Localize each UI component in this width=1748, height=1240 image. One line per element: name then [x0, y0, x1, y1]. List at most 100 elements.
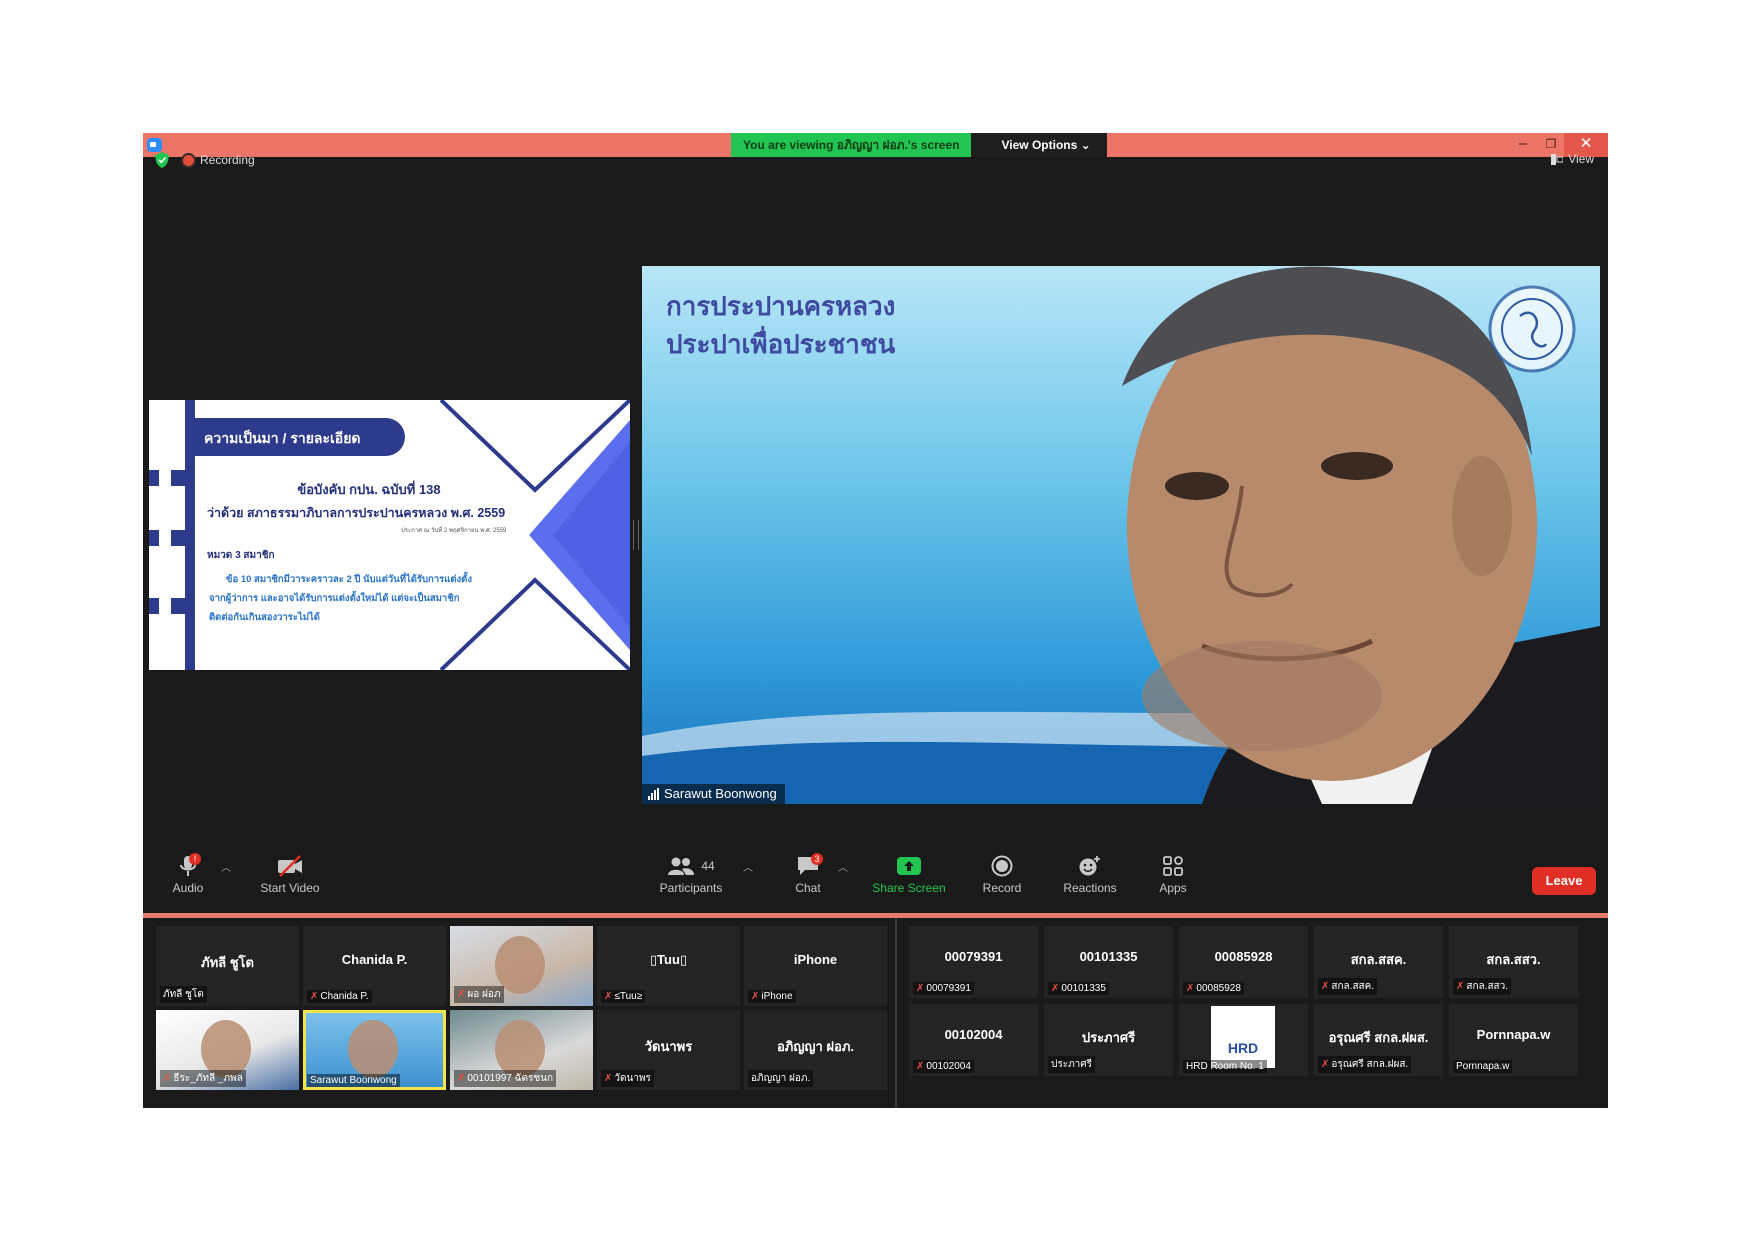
mic-muted-icon: ✗ [604, 1073, 613, 1084]
participant-name: ผอ ฝอภ [467, 989, 501, 1000]
participant-name-label: ✗ Chanida P. [307, 990, 372, 1003]
gallery-tile-6[interactable]: ✗ ธีระ_ภัทลี _ภพล [156, 1010, 299, 1090]
title-bar: You are viewing อภิญญา ฝอภ.'s screen Vie… [143, 133, 1608, 157]
participant-display-name: สกล.สสค. [1350, 952, 1407, 968]
mic-muted-icon: ✗ [310, 991, 319, 1002]
gallery-tile-4[interactable]: ▯Tuu▯ ✗ ≤Tuu≥ [597, 926, 740, 1006]
participants-count: 44 [701, 859, 715, 873]
view-options-label: View Options [1001, 138, 1078, 152]
participant-name: 00101997 ฉัตรชนก [467, 1073, 554, 1084]
gallery-tile-15[interactable]: สกล.สสว. ✗ สกล.สสว. [1449, 926, 1578, 998]
record-button[interactable]: Record [977, 853, 1027, 895]
gallery-tile-1[interactable]: ภัทลี ชูโต ภัทลี ชูโต [156, 926, 299, 1006]
participant-display-name: ▯Tuu▯ [649, 951, 688, 967]
meeting-toolbar: ! Audio ︿ Start Video 44 Participants ︿ … [143, 847, 1608, 913]
participants-button[interactable]: 44 Participants [656, 853, 726, 895]
mic-muted-icon: ✗ [163, 1073, 172, 1084]
gallery-tile-18[interactable]: HRD HRD Room No. 1 [1179, 1004, 1308, 1076]
gallery-tile-13[interactable]: 00085928 ✗ 00085928 [1179, 926, 1308, 998]
participant-name: Sarawut Boonwong [310, 1075, 397, 1086]
gallery-tile-14[interactable]: สกล.สสค. ✗ สกล.สสค. [1314, 926, 1443, 998]
gallery-tile-16[interactable]: 00102004 ✗ 00102004 [909, 1004, 1038, 1076]
gallery-strip: ภัทลี ชูโต ภัทลี ชูโต Chanida P. ✗ Chanida P… [143, 918, 1608, 1108]
meeting-status: Recording [155, 152, 255, 168]
record-icon [977, 853, 1027, 879]
gallery-tile-5[interactable]: iPhone ✗ iPhone [744, 926, 887, 1006]
share-screen-button[interactable]: Share Screen [869, 853, 949, 895]
start-video-label: Start Video [260, 881, 320, 895]
chevron-down-icon: ⌄ [1080, 138, 1091, 152]
chat-button[interactable]: 3 Chat [783, 853, 833, 895]
participant-display-name: ประภาศรี [1081, 1030, 1136, 1046]
participant-name-label: ✗ สกล.สสค. [1318, 978, 1378, 995]
participant-display-name: Chanida P. [341, 951, 408, 967]
participant-name-label: ✗ 00085928 [1183, 982, 1244, 995]
mic-muted-icon: ✗ [751, 991, 760, 1002]
participant-name: สกล.สสว. [1466, 981, 1509, 992]
participant-display-name: สกล.สสว. [1486, 952, 1541, 968]
view-button[interactable]: View [1551, 152, 1594, 166]
gallery-separator [895, 918, 897, 1108]
mic-muted-icon: ✗ [457, 1073, 466, 1084]
audio-label: Audio [172, 881, 204, 895]
participant-display-name: ภัทลี ชูโต [201, 954, 254, 970]
participant-display-name: iPhone [793, 951, 838, 967]
start-video-button[interactable]: Start Video [255, 853, 325, 895]
participant-display-name: วัดนาพร [644, 1038, 693, 1054]
gallery-tile-19[interactable]: อรุณศรี สกล.ฝผส. ✗ อรุณศรี สกล.ฝผส. [1314, 1004, 1443, 1076]
gallery-tile-9[interactable]: วัดนาพร ✗ วัดนาพร [597, 1010, 740, 1090]
resize-splitter[interactable] [633, 520, 639, 550]
participants-caret-icon[interactable]: ︿ [743, 859, 753, 874]
active-speaker-video[interactable]: การประปานครหลวง ประปาเพื่อประชาชน Sarawu… [642, 266, 1600, 804]
participant-display-name: อภิญญา ฝอภ. [776, 1038, 855, 1054]
participant-name-label: ✗ ผอ ฝอภ [454, 986, 504, 1003]
reactions-button[interactable]: Reactions [1055, 853, 1125, 895]
mic-muted-icon: ✗ [916, 983, 925, 994]
participant-name-label: ✗ สกล.สสว. [1453, 978, 1512, 995]
participant-name-label: ✗ 00079391 [913, 982, 974, 995]
participant-name-label: ✗ 00101335 [1048, 982, 1109, 995]
participant-name-label: ✗ ≤Tuu≥ [601, 990, 646, 1003]
viewing-screen-message: You are viewing อภิญญา ฝอภ.'s screen [731, 133, 972, 157]
participant-name: อภิญญา ฝอภ. [751, 1073, 811, 1084]
participant-name-label: ✗ อรุณศรี สกล.ฝผส. [1318, 1056, 1412, 1073]
participant-display-name: 00102004 [944, 1027, 1003, 1043]
participant-name-label: ✗ iPhone [748, 990, 796, 1003]
participants-label: Participants [659, 881, 723, 895]
mic-muted-icon: ✗ [1456, 981, 1465, 992]
gallery-tile-7[interactable]: Sarawut Boonwong [303, 1010, 446, 1090]
video-off-icon [255, 853, 325, 879]
gallery-tile-8[interactable]: ✗ 00101997 ฉัตรชนก [450, 1010, 593, 1090]
minimize-button[interactable]: – [1508, 133, 1538, 157]
security-shield-icon[interactable] [155, 152, 169, 168]
gallery-tile-17[interactable]: ประภาศรี ประภาศรี [1044, 1004, 1173, 1076]
view-options-button[interactable]: View Options ⌄ [971, 133, 1107, 157]
slide-section: หมวด 3 สมาชิก [207, 550, 275, 561]
mic-muted-icon: ✗ [1186, 983, 1195, 994]
gallery-tile-2[interactable]: Chanida P. ✗ Chanida P. [303, 926, 446, 1006]
participant-name-label: ✗ วัดนาพร [601, 1070, 654, 1087]
audio-button[interactable]: ! Audio [165, 853, 211, 895]
gallery-tile-11[interactable]: 00079391 ✗ 00079391 [909, 926, 1038, 998]
audio-caret-icon[interactable]: ︿ [221, 859, 231, 874]
slide-body-3: ติดต่อกันเกินสองวาระไม่ได้ [209, 612, 320, 623]
participant-name-label: ประภาศรี [1048, 1056, 1096, 1073]
participant-name-label: ✗ 00102004 [913, 1060, 974, 1073]
gallery-tile-12[interactable]: 00101335 ✗ 00101335 [1044, 926, 1173, 998]
participant-name-label: ✗ 00101997 ฉัตรชนก [454, 1070, 557, 1087]
slide-heading: ความเป็นมา / รายละเอียด [204, 430, 361, 446]
gallery-tile-20[interactable]: Pornnapa.w Pornnapa.w [1449, 1004, 1578, 1076]
apps-label: Apps [1159, 881, 1187, 895]
gallery-tile-3[interactable]: ✗ ผอ ฝอภ [450, 926, 593, 1006]
leave-button[interactable]: Leave [1532, 867, 1596, 895]
participant-name: ≤Tuu≥ [614, 991, 643, 1002]
shared-screen[interactable]: ความเป็นมา / รายละเอียด ข้อบังคับ กปน. ฉ… [149, 400, 630, 670]
slide-body-1: ข้อ 10 สมาชิกมีวาระคราวละ 2 ปี นับแต่วัน… [226, 574, 472, 585]
chat-caret-icon[interactable]: ︿ [838, 859, 848, 874]
view-label: View [1568, 152, 1594, 166]
participant-video-thumbnail [348, 1020, 398, 1078]
gallery-tile-10[interactable]: อภิญญา ฝอภ. อภิญญา ฝอภ. [744, 1010, 887, 1090]
apps-button[interactable]: Apps [1151, 853, 1195, 895]
participant-name: 00102004 [926, 1061, 971, 1072]
participant-display-name: 00085928 [1214, 949, 1273, 965]
